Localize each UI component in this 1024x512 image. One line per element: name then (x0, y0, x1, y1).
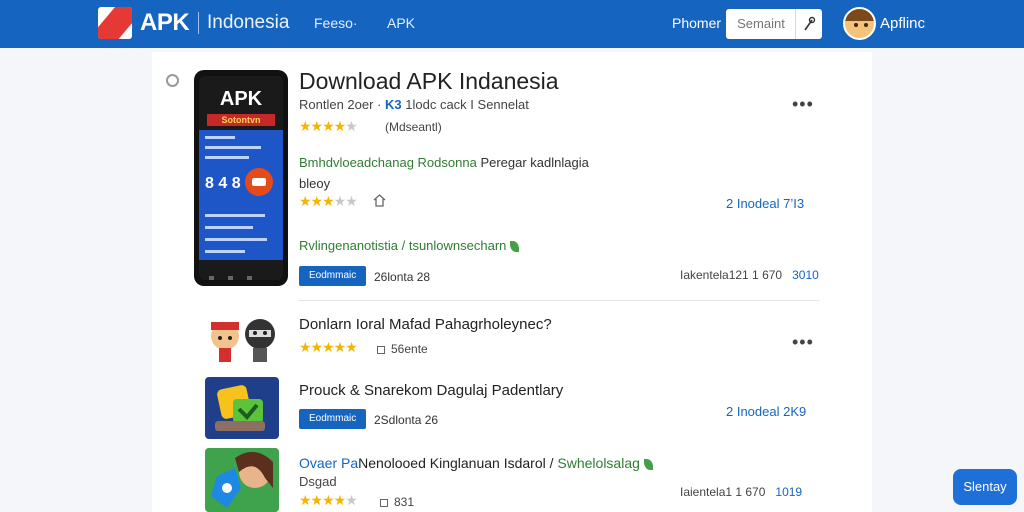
more-options-button[interactable]: ••• (792, 94, 814, 115)
app-title-2[interactable]: Prouck & Snarekom Dagulaj Padentlary (299, 382, 563, 399)
app-meta-1: 56ente (377, 342, 428, 356)
brand-divider (198, 12, 199, 34)
app-title-1[interactable]: Donlarn Ioral Mafad Pahagrholeynec? (299, 316, 552, 333)
search-icon (804, 16, 816, 31)
loading-icon (166, 74, 179, 87)
search-input[interactable] (726, 9, 796, 39)
app-thumbnail-2[interactable] (205, 377, 279, 439)
screen-title: APK (219, 88, 263, 110)
app-size-3: Iaientela1 1 670 1019 (680, 485, 803, 499)
featured-stats: 2 Inodeal 7’I3 (726, 196, 805, 211)
app-meta-3: 831 (380, 495, 414, 509)
screen-nav-bar (209, 268, 273, 280)
phone-link[interactable]: Phomer (672, 15, 721, 31)
user-avatar[interactable] (843, 7, 876, 40)
app-rating-3: ★★★★★ (299, 492, 358, 508)
featured-size: Iakentela121 1 670 3010 (680, 268, 819, 282)
screen-banner: Sotontvn (207, 114, 275, 126)
list-divider (298, 300, 820, 301)
download-button[interactable]: Eodmmaic (299, 266, 367, 286)
nav-link-apk[interactable]: APK (387, 15, 415, 31)
home-icon[interactable] (373, 194, 386, 207)
app-subline-3: Dsgad (299, 474, 337, 489)
featured-app-screenshot[interactable]: APK Sotontvn 8 4 8 (194, 70, 288, 286)
featured-description: Bmhdvloeadchanag Rodsonna Peregar kadlnl… (299, 155, 589, 191)
featured-rating-stars: ★★★★★ (299, 118, 358, 134)
ninja-characters-icon (211, 319, 275, 362)
portrait-app-icon (205, 448, 279, 512)
download-button-2[interactable]: Eodmmaic (299, 409, 367, 429)
puzzle-game-icon (215, 385, 265, 431)
page-title: Download APK Indanesia (299, 68, 559, 94)
screen-badge-icon (245, 168, 273, 196)
featured-version: 26lonta 28 (374, 270, 431, 284)
more-options-button-1[interactable]: ••• (792, 332, 814, 353)
app-stats-2: 2 Inodeal 2K9 (726, 404, 807, 419)
leaf-icon (510, 241, 520, 253)
search-button[interactable] (795, 9, 822, 39)
brand-name[interactable]: APK (140, 9, 190, 37)
app-thumbnail-3[interactable] (205, 448, 279, 512)
screen-body: 8 4 8 (199, 130, 283, 260)
app-title-3[interactable]: Ovaer PaNenolooed Kinglanuan Isdarol / S… (299, 455, 653, 471)
screen-number: 8 4 8 (205, 175, 241, 192)
top-navigation-bar: APK Indonesia Feeso· APK Phomer Apflinc (0, 0, 1024, 48)
app-version-2: 2Sdlonta 26 (374, 413, 439, 427)
floating-action-button[interactable]: Slentay (953, 469, 1017, 505)
featured-secondary-rating: ★★★★★ (299, 193, 358, 209)
featured-subtitle: Rontlen 2oer · K3 1lodc cack I Sennelat (299, 97, 529, 112)
brand-subtitle: Indonesia (207, 12, 290, 33)
featured-rating-note: (Mdseantl) (385, 120, 442, 134)
brand-logo-icon[interactable] (98, 7, 132, 39)
app-rating-1: ★★★★★ (299, 339, 358, 355)
app-thumbnail-1[interactable] (205, 306, 279, 368)
featured-tags[interactable]: Rvlingenanotistia / tsunlownsecharn (299, 238, 520, 253)
leaf-icon-3 (643, 458, 653, 470)
phone-screen: APK Sotontvn 8 4 8 (199, 76, 283, 280)
nav-link-1[interactable]: Feeso· (314, 15, 358, 31)
user-name[interactable]: Apflinc (880, 15, 925, 32)
